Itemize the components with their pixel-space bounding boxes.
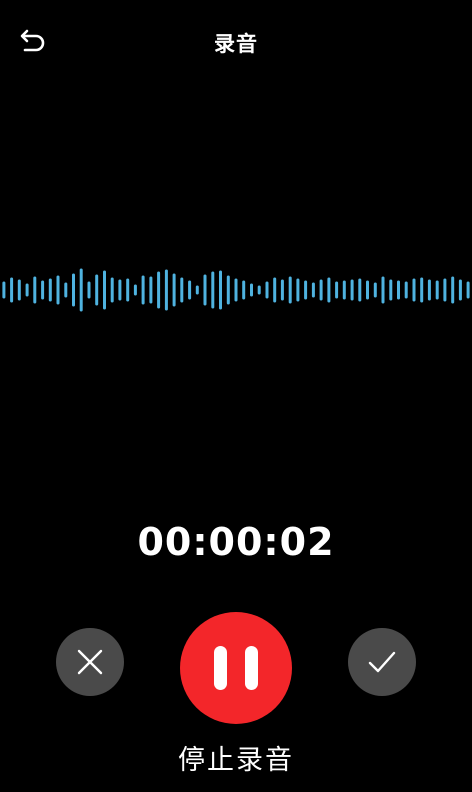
- close-icon: [77, 649, 103, 675]
- stop-recording-label[interactable]: 停止录音: [0, 738, 472, 777]
- audio-waveform: [2, 268, 470, 312]
- pause-icon: [214, 646, 258, 690]
- top-bar: 录音: [0, 0, 472, 86]
- pause-recording-button[interactable]: [180, 612, 292, 724]
- cancel-recording-button[interactable]: [56, 628, 124, 696]
- save-recording-button[interactable]: [348, 628, 416, 696]
- recording-timer: 00:00:02: [137, 520, 335, 564]
- page-title: 录音: [214, 32, 258, 56]
- checkmark-icon: [368, 651, 396, 673]
